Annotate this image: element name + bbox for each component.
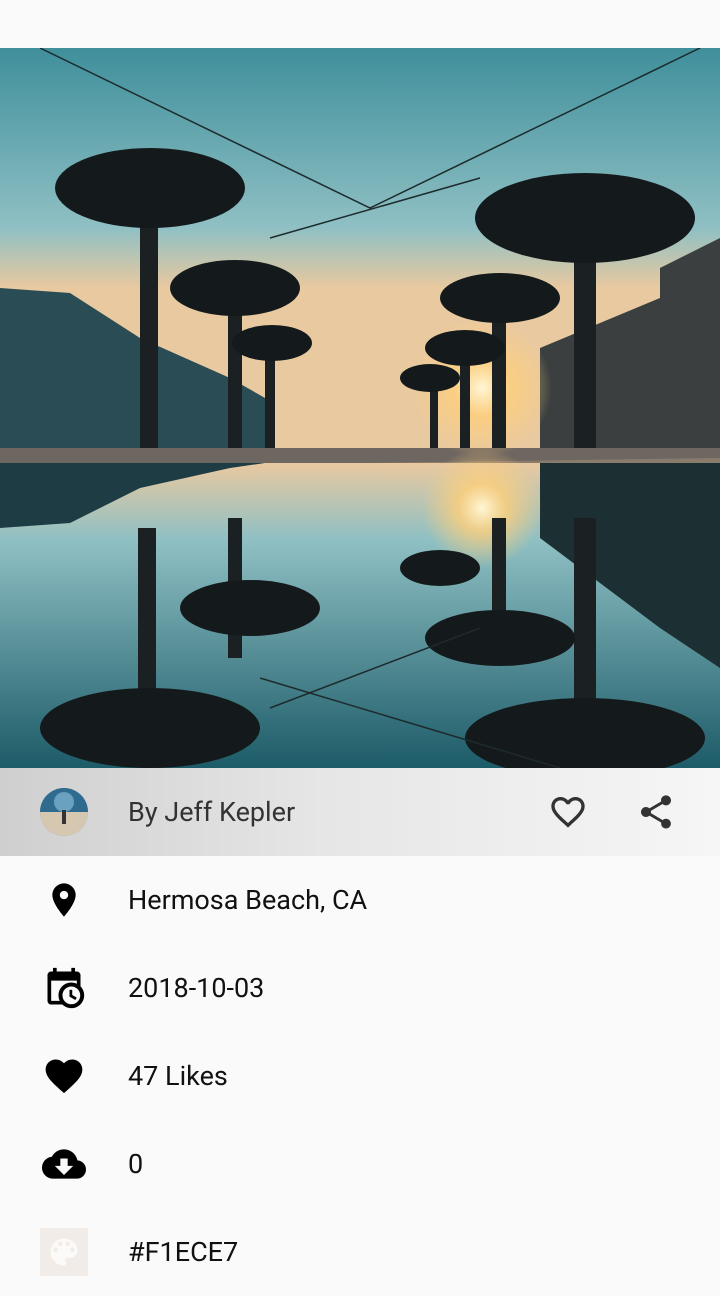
color-text: #F1ECE7 xyxy=(128,1236,239,1268)
likes-row: 47 Likes xyxy=(0,1032,720,1120)
location-text: Hermosa Beach, CA xyxy=(128,884,368,916)
author-name[interactable]: By Jeff Kepler xyxy=(128,796,295,828)
color-row: #F1ECE7 xyxy=(0,1208,720,1296)
color-swatch xyxy=(40,1228,88,1276)
downloads-text: 0 xyxy=(128,1148,144,1180)
date-text: 2018-10-03 xyxy=(128,972,265,1004)
status-bar xyxy=(0,0,720,48)
location-pin-icon xyxy=(40,876,88,924)
like-button[interactable] xyxy=(546,790,590,834)
palette-icon xyxy=(40,1228,88,1276)
downloads-row: 0 xyxy=(0,1120,720,1208)
heart-outline-icon xyxy=(551,797,585,828)
location-row: Hermosa Beach, CA xyxy=(0,856,720,944)
likes-text: 47 Likes xyxy=(128,1060,228,1092)
date-row: 2018-10-03 xyxy=(0,944,720,1032)
calendar-clock-icon xyxy=(40,964,88,1012)
author-bar: By Jeff Kepler xyxy=(0,768,720,856)
share-button[interactable] xyxy=(634,790,678,834)
share-icon xyxy=(641,795,671,829)
heart-filled-icon xyxy=(40,1052,88,1100)
photo-illustration xyxy=(0,48,720,768)
photo-image[interactable] xyxy=(0,48,720,768)
avatar-image xyxy=(40,788,88,836)
cloud-download-icon xyxy=(40,1140,88,1188)
avatar[interactable] xyxy=(40,788,88,836)
